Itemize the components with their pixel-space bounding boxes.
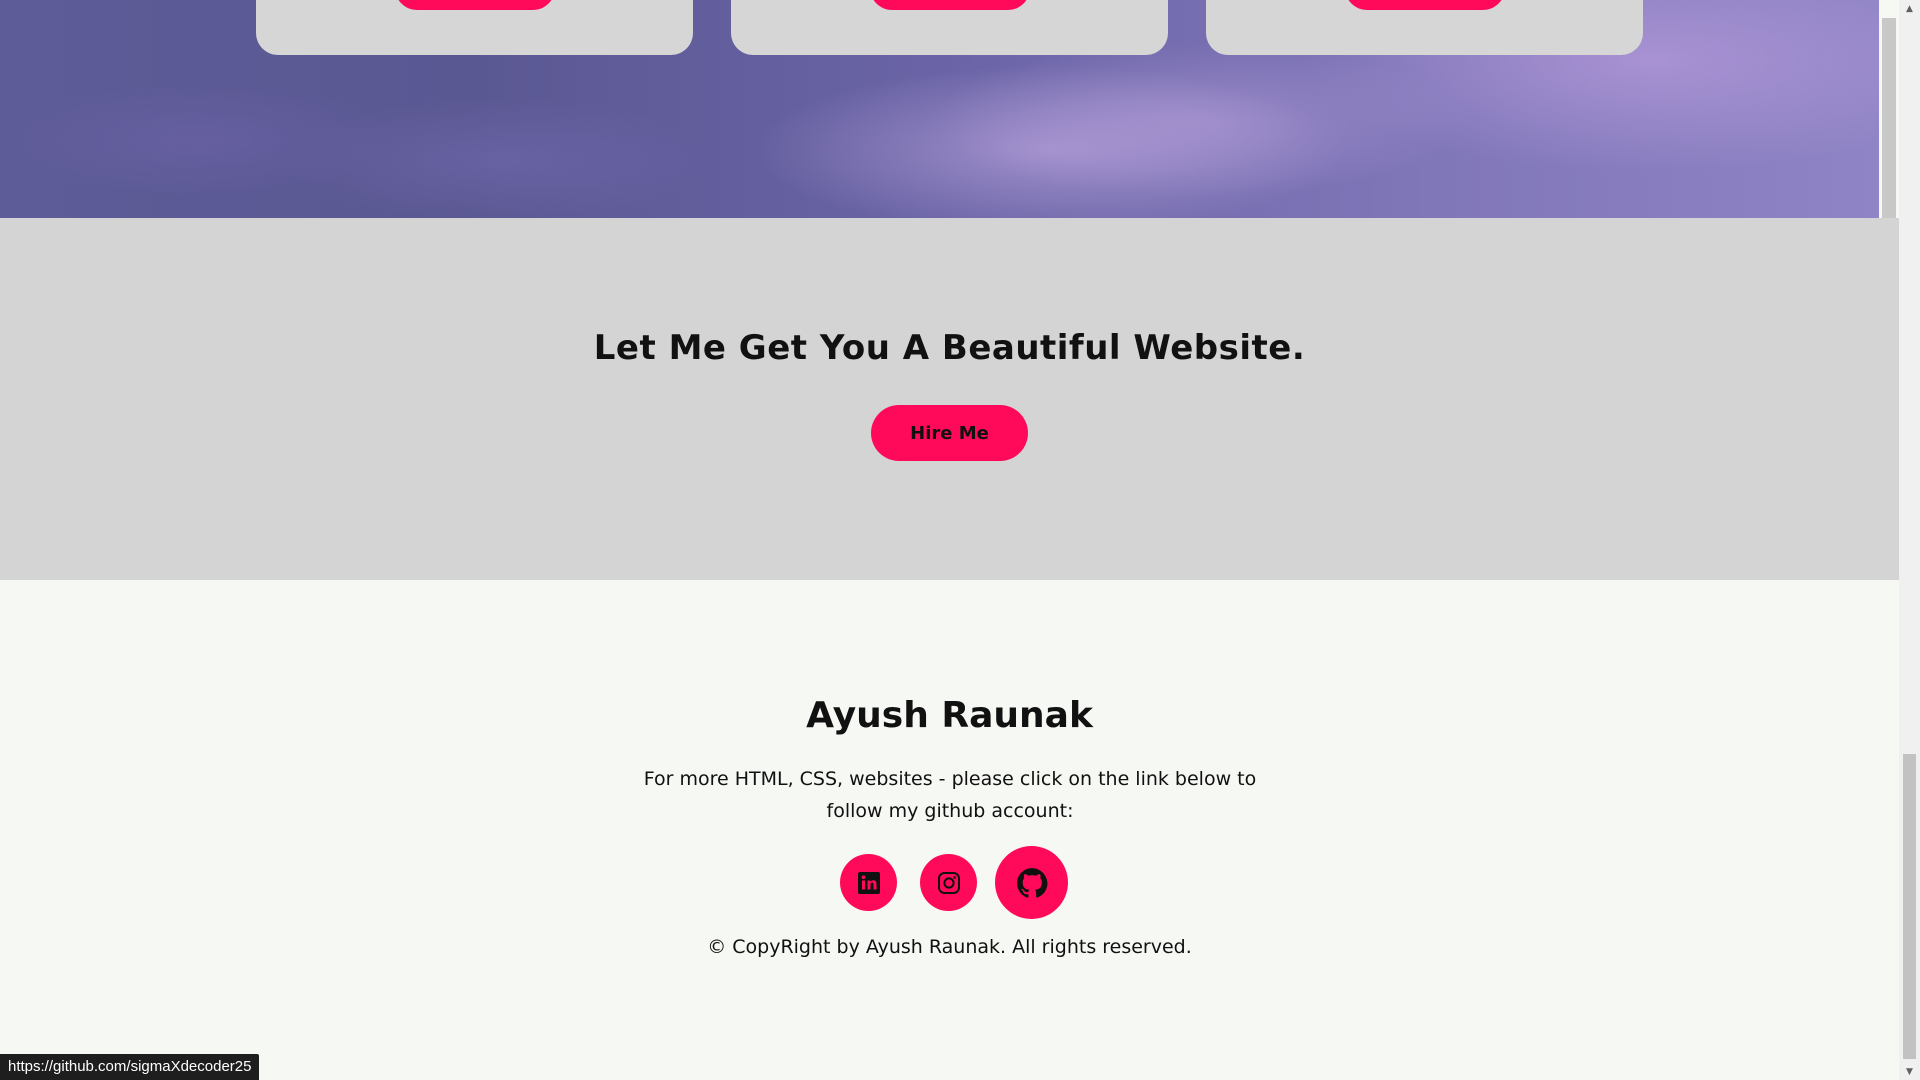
github-link[interactable] [995,846,1068,919]
scroll-thumb[interactable] [1903,754,1916,1059]
status-bar-url: https://github.com/sigmaXdecoder25 [0,1054,260,1080]
footer-name: Ayush Raunak [806,695,1093,736]
instagram-icon [937,871,960,894]
inner-scroll-strip [1879,0,1899,218]
card-button[interactable] [869,0,1030,10]
instagram-link[interactable] [920,854,977,911]
service-card [256,0,693,55]
linkedin-icon [857,871,880,894]
scroll-up-icon[interactable]: ▲ [1899,0,1920,17]
social-links [0,846,1899,920]
cta-section: Let Me Get You A Beautiful Website. Hire… [0,218,1899,580]
hero-section [0,0,1879,218]
linkedin-link[interactable] [840,854,897,911]
service-card [731,0,1168,55]
inner-scroll-thumb[interactable] [1882,18,1896,218]
scroll-down-icon[interactable]: ▼ [1899,1063,1920,1080]
service-card [1206,0,1643,55]
github-icon [1016,867,1047,898]
cta-title: Let Me Get You A Beautiful Website. [593,328,1306,368]
hire-me-button[interactable]: Hire Me [871,405,1028,461]
card-button[interactable] [1344,0,1505,10]
footer: Ayush Raunak For more HTML, CSS, website… [0,580,1899,1080]
footer-description: For more HTML, CSS, websites - please cl… [643,768,1257,822]
copyright-text: © CopyRight by Ayush Raunak. All rights … [707,936,1192,958]
page-scrollbar[interactable]: ▲ ▼ [1899,0,1920,1080]
card-button[interactable] [394,0,555,10]
